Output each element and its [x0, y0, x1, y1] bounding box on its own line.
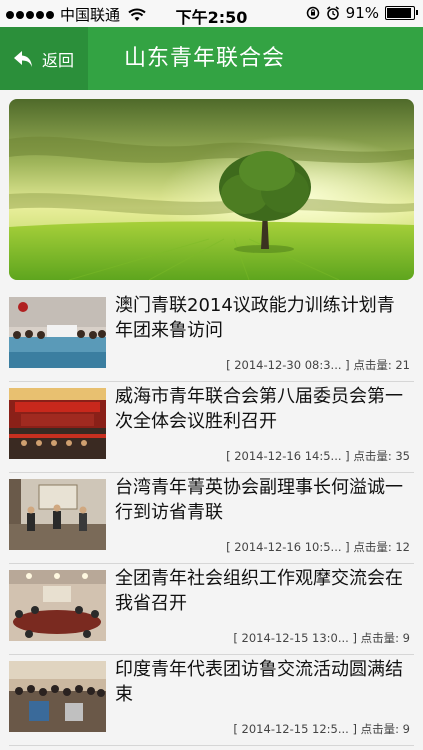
article-title: 全团青年社会组织工作观摩交流会在我省召开	[115, 568, 403, 614]
article-thumbnail	[9, 479, 106, 550]
article-title: 台湾青年菁英协会副理事长何溢诚一行到访省青联	[115, 477, 403, 523]
article-views-label: 点击量:	[353, 449, 392, 463]
list-item[interactable]: 澳门青联2014议政能力训练计划青年团来鲁访问 [ 2014-12-30 08:…	[9, 291, 414, 382]
article-thumbnail	[9, 661, 106, 732]
list-item[interactable]: 台湾青年菁英协会副理事长何溢诚一行到访省青联 [ 2014-12-16 10:5…	[9, 473, 414, 564]
navigation-bar: 返回 山东青年联合会	[0, 27, 423, 90]
rotation-lock-icon	[306, 6, 319, 20]
status-bar: 中国联通 下午2:50 91%	[0, 0, 423, 27]
article-meta: [ 2014-12-15 13:0... ] 点击量: 9	[233, 630, 410, 646]
article-views-label: 点击量:	[353, 540, 392, 554]
back-label: 返回	[42, 50, 75, 70]
article-meta: [ 2014-12-16 14:5... ] 点击量: 35	[226, 448, 410, 464]
battery-fill	[387, 8, 411, 18]
article-meta: [ 2014-12-16 10:5... ] 点击量: 12	[226, 539, 410, 555]
tree-landscape-image	[9, 99, 414, 280]
article-views: 12	[395, 540, 410, 554]
article-date: [ 2014-12-30 08:3... ]	[226, 358, 350, 372]
article-views-label: 点击量:	[353, 358, 392, 372]
list-item[interactable]: 全团青年社会组织工作观摩交流会在我省召开 [ 2014-12-15 13:0..…	[9, 564, 414, 655]
page-title: 山东青年联合会	[124, 46, 286, 71]
article-meta: [ 2014-12-15 12:5... ] 点击量: 9	[233, 721, 410, 737]
article-views: 9	[402, 631, 410, 645]
list-item[interactable]: 印度青年代表团访鲁交流活动圆满结束 [ 2014-12-15 12:5... ]…	[9, 655, 414, 746]
article-views: 9	[402, 722, 410, 736]
article-thumbnail	[9, 388, 106, 459]
article-views: 21	[395, 358, 410, 372]
banner-image[interactable]	[9, 99, 414, 280]
list-item[interactable]: 威海市青年联合会第八届委员会第一次全体会议胜利召开 [ 2014-12-16 1…	[9, 382, 414, 473]
content-area[interactable]: 澳门青联2014议政能力训练计划青年团来鲁访问 [ 2014-12-30 08:…	[0, 90, 423, 750]
article-views: 35	[395, 449, 410, 463]
article-thumbnail	[9, 570, 106, 641]
status-bar-right: 91%	[306, 4, 418, 22]
article-title: 澳门青联2014议政能力训练计划青年团来鲁访问	[115, 295, 395, 341]
battery-icon	[385, 6, 418, 20]
article-date: [ 2014-12-15 13:0... ]	[233, 631, 357, 645]
article-thumbnail	[9, 297, 106, 368]
alarm-icon	[326, 6, 339, 20]
back-arrow-icon	[14, 50, 32, 67]
article-meta: [ 2014-12-30 08:3... ] 点击量: 21	[226, 357, 410, 373]
article-date: [ 2014-12-15 12:5... ]	[233, 722, 357, 736]
article-date: [ 2014-12-16 10:5... ]	[226, 540, 350, 554]
article-date: [ 2014-12-16 14:5... ]	[226, 449, 350, 463]
article-views-label: 点击量:	[360, 631, 400, 645]
article-list: 澳门青联2014议政能力训练计划青年团来鲁访问 [ 2014-12-30 08:…	[0, 291, 423, 746]
article-title: 威海市青年联合会第八届委员会第一次全体会议胜利召开	[115, 386, 403, 432]
back-button[interactable]: 返回	[0, 27, 88, 90]
battery-percent: 91%	[345, 4, 379, 22]
article-views-label: 点击量:	[360, 722, 400, 736]
article-title: 印度青年代表团访鲁交流活动圆满结束	[115, 659, 403, 705]
